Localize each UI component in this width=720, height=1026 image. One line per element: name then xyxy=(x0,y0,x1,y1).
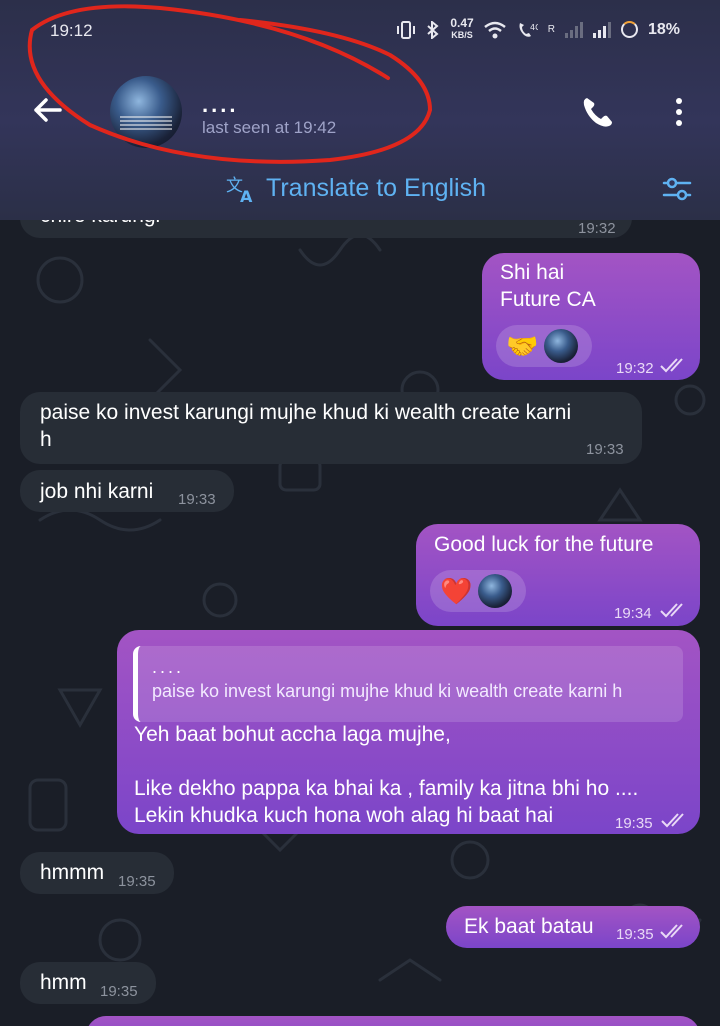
chat-area[interactable]: chire karungi 19:32 Shi hai Future CA 🤝 … xyxy=(0,220,720,1026)
translate-button[interactable]: 文A Translate to English xyxy=(226,174,486,203)
status-bar: 19:12 0.47KB/S 4G R 18% xyxy=(0,0,720,62)
vibrate-icon xyxy=(397,20,416,39)
sliders-icon[interactable] xyxy=(662,174,692,204)
message-outgoing-reply[interactable]: .... paise ko invest karungi mujhe khud … xyxy=(117,630,700,834)
wifi-icon xyxy=(483,21,506,38)
reaction-chip[interactable]: ❤️ xyxy=(430,570,526,612)
message-time: 19:34 xyxy=(614,605,652,622)
message-text: Ek baat batau xyxy=(464,915,594,938)
reaction-chip[interactable]: 🤝 xyxy=(496,325,592,367)
message-time: 19:32 xyxy=(616,360,654,377)
last-seen-status: last seen at 19:42 xyxy=(202,118,337,137)
volte-call-icon: 4G xyxy=(519,22,538,37)
handshake-reaction: 🤝 xyxy=(506,331,539,361)
message-text: h xyxy=(40,428,52,451)
message-incoming[interactable]: chire karungi 19:32 xyxy=(20,220,632,238)
double-check-icon xyxy=(660,924,683,939)
message-text: Lekin khudka kuch hona woh alag hi baat … xyxy=(134,804,554,827)
message-time: 19:35 xyxy=(118,873,156,890)
reactor-avatar xyxy=(478,574,513,608)
status-icons: 0.47KB/S 4G R 18% xyxy=(396,16,680,41)
reply-quote[interactable]: .... paise ko invest karungi mujhe khud … xyxy=(133,646,683,722)
message-time: 19:33 xyxy=(586,441,624,458)
double-check-icon xyxy=(661,813,684,828)
message-text: hmm xyxy=(40,971,87,994)
message-outgoing[interactable]: Ek baat batau 19:35 xyxy=(446,906,700,948)
message-text: Shi hai xyxy=(500,261,565,284)
message-outgoing[interactable]: Good luck for the future ❤️ 19:34 xyxy=(416,524,700,626)
signal-1-icon xyxy=(564,21,583,38)
arrow-left-icon[interactable] xyxy=(28,90,68,130)
status-time: 19:12 xyxy=(50,21,93,40)
message-incoming[interactable]: hmmm 19:35 xyxy=(20,852,174,894)
message-time: 19:35 xyxy=(616,926,654,943)
heart-reaction: ❤️ xyxy=(440,576,473,606)
message-text: Future CA xyxy=(500,288,596,311)
svg-text:A: A xyxy=(240,187,253,203)
message-incoming[interactable]: job nhi karni 19:33 xyxy=(20,470,234,512)
bluetooth-icon xyxy=(427,20,439,39)
battery-icon xyxy=(620,21,638,38)
chat-header: .... last seen at 19:42 xyxy=(0,62,720,162)
signal-2-icon xyxy=(592,21,611,38)
message-text: Good luck for the future xyxy=(434,533,654,556)
contact-name[interactable]: .... xyxy=(202,92,238,118)
double-check-icon xyxy=(660,603,683,618)
message-outgoing[interactable]: Shi hai Future CA 🤝 19:32 xyxy=(482,253,700,380)
message-text: hmmm xyxy=(40,861,105,884)
message-text: Yeh baat bohut accha laga mujhe, xyxy=(134,723,451,746)
double-check-icon xyxy=(660,358,683,373)
translate-label: Translate to English xyxy=(266,174,487,202)
top-bar: 19:12 0.47KB/S 4G R 18% .... last seen a… xyxy=(0,0,720,220)
message-incoming[interactable]: paise ko invest karungi mujhe khud ki we… xyxy=(20,392,642,464)
quote-text: paise ko invest karungi mujhe khud ki we… xyxy=(152,681,623,701)
svg-text:4G: 4G xyxy=(530,23,538,32)
message-text: Like dekho pappa ka bhai ka , family ka … xyxy=(134,777,639,800)
avatar[interactable] xyxy=(110,76,182,148)
translate-bar: 文A Translate to English xyxy=(0,162,720,220)
message-time: 19:32 xyxy=(578,220,616,237)
message-outgoing[interactable] xyxy=(86,1016,700,1026)
reactor-avatar xyxy=(544,329,579,363)
network-speed: 0.47 KB/S xyxy=(450,16,474,40)
battery-percent: 18% xyxy=(647,20,680,38)
phone-icon[interactable] xyxy=(578,92,618,132)
message-text: chire karungi xyxy=(40,220,160,229)
message-time: 19:33 xyxy=(178,491,216,508)
message-text: paise ko invest karungi mujhe khud ki we… xyxy=(40,401,572,424)
message-time: 19:35 xyxy=(100,983,138,1000)
sim-roaming-label: R xyxy=(547,24,555,35)
message-time: 19:35 xyxy=(615,815,653,832)
more-vertical-icon[interactable] xyxy=(662,92,696,132)
message-incoming[interactable]: hmm 19:35 xyxy=(20,962,156,1004)
message-text: job nhi karni xyxy=(40,480,154,503)
translate-icon: 文A xyxy=(226,176,253,203)
quote-author: .... xyxy=(152,657,185,677)
